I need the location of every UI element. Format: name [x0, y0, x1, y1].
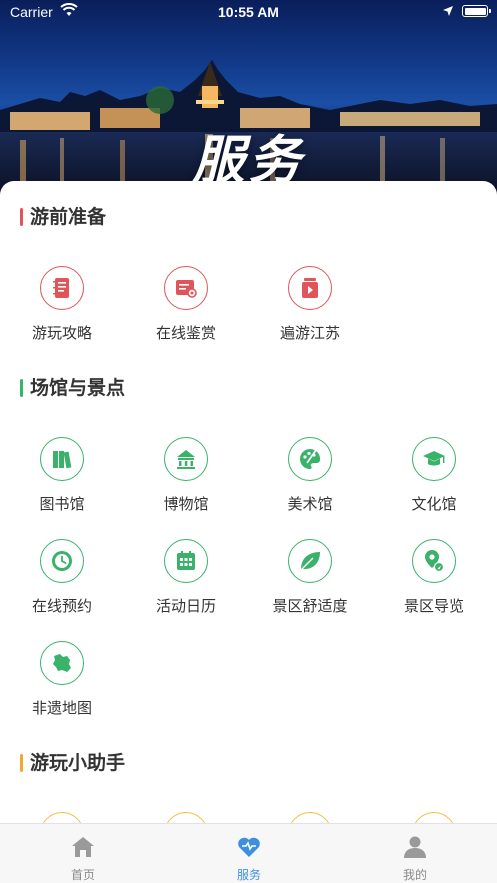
service-label: 非遗地图 — [31, 699, 92, 717]
home-icon — [72, 837, 94, 857]
video-play-icon — [302, 278, 318, 298]
books-icon — [53, 451, 72, 469]
service-label: 文化馆 — [411, 495, 457, 513]
service-scenic-comfort[interactable]: 景区舒适度 — [248, 539, 372, 629]
service-label: 在线预约 — [31, 597, 92, 615]
service-label: 景区导览 — [403, 597, 464, 615]
service-label: 景区舒适度 — [272, 597, 348, 615]
service-cultural-center[interactable]: 文化馆 — [372, 437, 496, 527]
leaf-icon — [300, 552, 320, 571]
helper-item-partial[interactable] — [124, 812, 248, 823]
helper-item-partial[interactable] — [248, 812, 372, 823]
section-accent-bar — [20, 379, 23, 397]
service-tour-jiangsu[interactable]: 遍游江苏 — [248, 266, 372, 356]
service-online-appraisal[interactable]: 在线鉴赏 — [124, 266, 248, 356]
clock-time: 10:55 AM — [218, 4, 279, 20]
museum-icon — [177, 450, 195, 469]
status-bar: Carrier 10:55 AM — [0, 0, 497, 26]
map-pin-icon — [425, 550, 445, 573]
tab-label: 服务 — [236, 868, 261, 882]
helper-item-partial[interactable] — [0, 812, 124, 823]
battery-icon — [462, 5, 491, 17]
province-map-icon — [53, 654, 71, 672]
appraisal-icon — [176, 280, 197, 298]
calendar-icon — [177, 551, 195, 570]
service-label: 博物馆 — [163, 495, 209, 513]
helper-item-partial[interactable] — [372, 812, 496, 823]
service-label: 游玩攻略 — [31, 324, 92, 342]
location-arrow-icon — [443, 6, 453, 16]
service-travel-guide[interactable]: 游玩攻略 — [0, 266, 124, 356]
tab-label: 我的 — [402, 868, 427, 882]
service-label: 遍游江苏 — [279, 324, 340, 342]
service-scenic-guide[interactable]: 景区导览 — [372, 539, 496, 629]
services-content: 游前准备 游玩攻略 在线鉴赏 遍游江苏 场馆与景点 图书馆 博物馆 美术馆 文化… — [0, 181, 497, 823]
graduation-cap-icon — [423, 451, 445, 466]
service-label: 图书馆 — [39, 495, 85, 513]
hero-banner: Carrier 10:55 AM 服务 — [0, 0, 497, 200]
service-label: 在线鉴赏 — [155, 324, 216, 342]
tab-home[interactable]: 首页 — [0, 824, 166, 883]
bottom-tab-bar: 首页 服务 我的 — [0, 823, 497, 883]
service-event-calendar[interactable]: 活动日历 — [124, 539, 248, 629]
tab-label: 首页 — [70, 868, 95, 882]
service-label: 活动日历 — [155, 597, 216, 615]
tab-services[interactable]: 服务 — [166, 824, 332, 883]
service-museum[interactable]: 博物馆 — [124, 437, 248, 527]
tab-profile[interactable]: 我的 — [332, 824, 497, 883]
service-online-booking[interactable]: 在线预约 — [0, 539, 124, 629]
service-heritage-map[interactable]: 非遗地图 — [0, 641, 124, 731]
notebook-icon — [53, 278, 69, 298]
service-art-gallery[interactable]: 美术馆 — [248, 437, 372, 527]
clock-icon — [52, 551, 72, 571]
section-accent-bar — [20, 754, 23, 772]
section-title-text: 场馆与景点 — [30, 377, 126, 399]
section-title-travel-helper: 游玩小助手 — [20, 751, 125, 775]
section-title-text: 游玩小助手 — [30, 752, 126, 774]
section-title-venues: 场馆与景点 — [20, 376, 125, 400]
palette-icon — [300, 448, 321, 469]
section-title-pre-travel: 游前准备 — [20, 205, 106, 229]
service-label: 美术馆 — [287, 495, 333, 513]
service-library[interactable]: 图书馆 — [0, 437, 124, 527]
section-title-text: 游前准备 — [30, 206, 107, 228]
heart-icon — [238, 837, 260, 857]
user-icon — [404, 836, 426, 858]
section-accent-bar — [20, 208, 23, 226]
